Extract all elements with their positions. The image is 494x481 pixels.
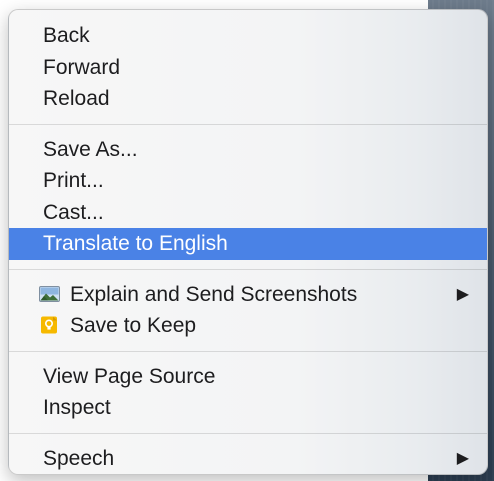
screenshot-image-icon <box>39 285 60 302</box>
menu-item-label: Speech <box>43 446 115 470</box>
menu-item-label: Forward <box>43 55 121 79</box>
submenu-arrow-icon: ▶ <box>456 285 469 303</box>
menu-item-label: Translate to English <box>43 232 228 255</box>
menu-item-save-to-keep[interactable]: Save to Keep <box>9 310 487 342</box>
menu-separator <box>9 432 487 434</box>
menu-item-label: Save As... <box>43 137 138 161</box>
menu-separator <box>9 268 487 270</box>
submenu-arrow-icon: ▶ <box>456 449 469 467</box>
menu-item-speech[interactable]: Speech ▶ <box>9 443 487 475</box>
context-menu: Back Forward Reload Save As... Print... … <box>8 9 488 475</box>
menu-item-label: Explain and Send Screenshots <box>70 282 358 306</box>
menu-item-view-page-source[interactable]: View Page Source <box>9 361 487 393</box>
menu-item-label: Reload <box>43 87 110 110</box>
keep-icon <box>41 316 57 334</box>
menu-separator <box>9 123 487 125</box>
menu-item-back[interactable]: Back <box>9 20 487 52</box>
menu-item-save-as[interactable]: Save As... <box>9 134 487 166</box>
menu-item-label: Print... <box>43 169 104 192</box>
menu-item-label: View Page Source <box>43 364 216 388</box>
menu-item-cast[interactable]: Cast... <box>9 197 487 229</box>
menu-item-inspect[interactable]: Inspect <box>9 392 487 424</box>
menu-item-reload[interactable]: Reload <box>9 83 487 115</box>
menu-item-explain-send-screenshots[interactable]: Explain and Send Screenshots ▶ <box>9 279 487 311</box>
menu-separator <box>9 350 487 352</box>
menu-item-label: Inspect <box>43 396 111 419</box>
menu-item-print[interactable]: Print... <box>9 165 487 197</box>
menu-item-forward[interactable]: Forward <box>9 52 487 84</box>
menu-item-label: Back <box>43 24 90 47</box>
menu-item-translate[interactable]: Translate to English <box>9 228 487 260</box>
menu-item-label: Save to Keep <box>70 314 197 337</box>
menu-item-label: Cast... <box>43 200 104 224</box>
